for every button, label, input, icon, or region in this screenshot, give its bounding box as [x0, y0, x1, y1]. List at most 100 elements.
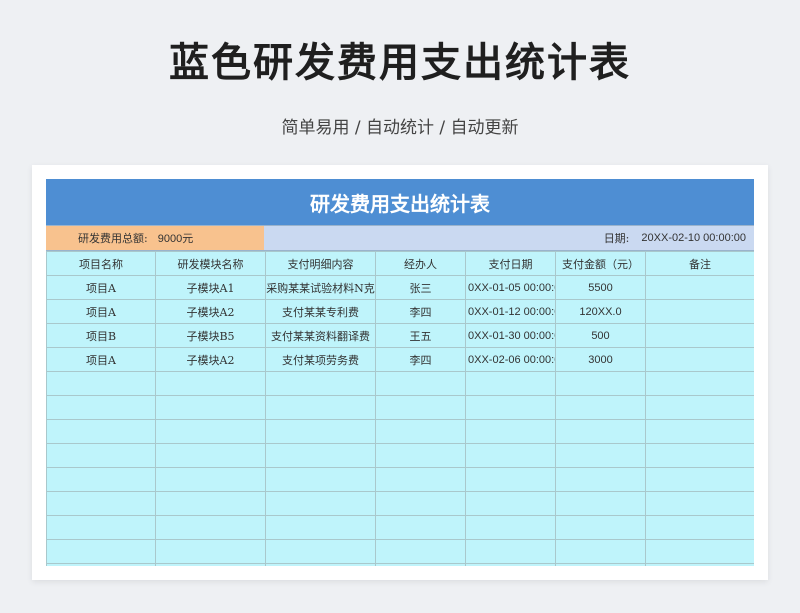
empty-cell[interactable] [46, 467, 156, 492]
cell-date[interactable]: 0XX-01-12 00:00:0 [465, 299, 556, 324]
empty-cell[interactable] [46, 371, 156, 396]
cell-date[interactable]: 0XX-02-06 00:00:0 [465, 347, 556, 372]
cell-amount[interactable]: 5500 [555, 275, 646, 300]
empty-cell[interactable] [645, 371, 754, 396]
empty-cell[interactable] [265, 515, 376, 540]
empty-cell[interactable] [375, 563, 466, 566]
cell-project[interactable]: 项目A [46, 275, 156, 300]
cell-detail[interactable]: 采购某某试验材料N克 [265, 275, 376, 300]
empty-cell[interactable] [645, 491, 754, 516]
empty-cell[interactable] [555, 467, 646, 492]
empty-cell[interactable] [555, 395, 646, 420]
empty-cell[interactable] [155, 467, 266, 492]
empty-cell[interactable] [265, 443, 376, 468]
cell-module[interactable]: 子模块B5 [155, 323, 266, 348]
cell-project[interactable]: 项目A [46, 299, 156, 324]
cell-note[interactable] [645, 323, 754, 348]
date-cell[interactable]: 日期: 20XX-02-10 00:00:00 [264, 226, 754, 250]
cell-module[interactable]: 子模块A2 [155, 347, 266, 372]
cell-handler[interactable]: 王五 [375, 323, 466, 348]
cell-detail[interactable]: 支付某某资料翻译费 [265, 323, 376, 348]
empty-cell[interactable] [465, 443, 556, 468]
empty-cell[interactable] [645, 443, 754, 468]
empty-cell[interactable] [465, 515, 556, 540]
empty-cell[interactable] [46, 491, 156, 516]
column-header[interactable]: 备注 [645, 251, 754, 276]
cell-project[interactable]: 项目B [46, 323, 156, 348]
cell-note[interactable] [645, 347, 754, 372]
cell-handler[interactable]: 张三 [375, 275, 466, 300]
empty-cell[interactable] [375, 515, 466, 540]
empty-cell[interactable] [465, 395, 556, 420]
empty-cell[interactable] [265, 491, 376, 516]
empty-cell[interactable] [555, 515, 646, 540]
empty-cell[interactable] [155, 371, 266, 396]
empty-cell[interactable] [155, 539, 266, 564]
column-header[interactable]: 支付金额（元） [555, 251, 646, 276]
empty-cell[interactable] [465, 371, 556, 396]
cell-detail[interactable]: 支付某项劳务费 [265, 347, 376, 372]
empty-cell[interactable] [555, 419, 646, 444]
column-header[interactable]: 支付明细内容 [265, 251, 376, 276]
empty-cell[interactable] [555, 491, 646, 516]
empty-cell[interactable] [265, 371, 376, 396]
empty-cell[interactable] [265, 563, 376, 566]
column-header[interactable]: 项目名称 [46, 251, 156, 276]
empty-cell[interactable] [555, 563, 646, 566]
empty-cell[interactable] [46, 419, 156, 444]
empty-cell[interactable] [375, 467, 466, 492]
empty-cell[interactable] [645, 563, 754, 566]
empty-cell[interactable] [46, 395, 156, 420]
cell-date[interactable]: 0XX-01-30 00:00:0 [465, 323, 556, 348]
empty-cell[interactable] [555, 443, 646, 468]
total-cell[interactable]: 研发费用总额: 9000元 [46, 226, 264, 250]
empty-cell[interactable] [155, 563, 266, 566]
empty-cell[interactable] [465, 419, 556, 444]
cell-handler[interactable]: 李四 [375, 347, 466, 372]
cell-date[interactable]: 0XX-01-05 00:00:0 [465, 275, 556, 300]
empty-cell[interactable] [375, 443, 466, 468]
empty-cell[interactable] [375, 419, 466, 444]
column-header[interactable]: 经办人 [375, 251, 466, 276]
empty-cell[interactable] [155, 395, 266, 420]
cell-amount[interactable]: 500 [555, 323, 646, 348]
empty-cell[interactable] [46, 539, 156, 564]
cell-amount[interactable]: 3000 [555, 347, 646, 372]
cell-handler[interactable]: 李四 [375, 299, 466, 324]
empty-cell[interactable] [375, 371, 466, 396]
empty-cell[interactable] [46, 515, 156, 540]
empty-cell[interactable] [155, 419, 266, 444]
empty-cell[interactable] [265, 419, 376, 444]
empty-cell[interactable] [155, 515, 266, 540]
cell-note[interactable] [645, 275, 754, 300]
empty-cell[interactable] [155, 443, 266, 468]
cell-module[interactable]: 子模块A1 [155, 275, 266, 300]
empty-cell[interactable] [465, 467, 556, 492]
empty-cell[interactable] [465, 491, 556, 516]
empty-cell[interactable] [465, 539, 556, 564]
empty-cell[interactable] [265, 539, 376, 564]
empty-cell[interactable] [645, 467, 754, 492]
empty-cell[interactable] [645, 539, 754, 564]
empty-cell[interactable] [375, 395, 466, 420]
cell-amount[interactable]: 120XX.0 [555, 299, 646, 324]
column-header[interactable]: 支付日期 [465, 251, 556, 276]
empty-cell[interactable] [155, 491, 266, 516]
empty-cell[interactable] [645, 395, 754, 420]
cell-detail[interactable]: 支付某某专利费 [265, 299, 376, 324]
empty-cell[interactable] [46, 563, 156, 566]
empty-cell[interactable] [375, 491, 466, 516]
empty-cell[interactable] [645, 515, 754, 540]
empty-cell[interactable] [46, 443, 156, 468]
empty-cell[interactable] [465, 563, 556, 566]
empty-cell[interactable] [265, 395, 376, 420]
empty-cell[interactable] [555, 539, 646, 564]
empty-cell[interactable] [555, 371, 646, 396]
cell-module[interactable]: 子模块A2 [155, 299, 266, 324]
column-header[interactable]: 研发模块名称 [155, 251, 266, 276]
empty-cell[interactable] [645, 419, 754, 444]
empty-cell[interactable] [375, 539, 466, 564]
cell-note[interactable] [645, 299, 754, 324]
empty-cell[interactable] [265, 467, 376, 492]
cell-project[interactable]: 项目A [46, 347, 156, 372]
